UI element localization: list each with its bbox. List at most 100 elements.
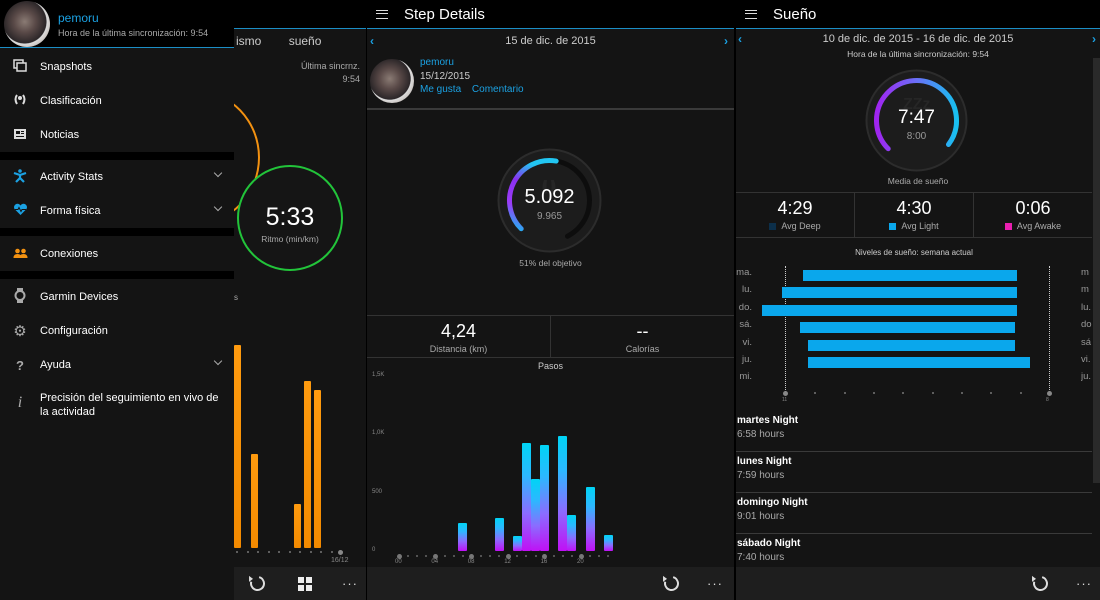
refresh-icon[interactable] <box>1030 573 1051 594</box>
like-link[interactable]: Me gusta <box>420 84 461 95</box>
menu-item-noticias[interactable]: Noticias <box>0 118 234 152</box>
stat-label: Avg Deep <box>781 221 821 231</box>
x-tick-dot <box>338 550 343 555</box>
menu-label: Conexiones <box>40 248 99 260</box>
more-button[interactable]: ··· <box>1076 574 1092 594</box>
stat-avg-light[interactable]: 4:30 Avg Light <box>855 193 974 237</box>
sleep-bar[interactable] <box>782 287 1017 299</box>
date-range-navigator: ‹ 10 de dic. de 2015 - 16 de dic. de 201… <box>736 29 1100 49</box>
steps-bar[interactable] <box>521 442 531 551</box>
night-name: martes Night <box>737 415 799 426</box>
x-tick-dot <box>814 392 817 394</box>
menu-item-activity-stats[interactable]: Activity Stats <box>0 160 234 194</box>
chevron-down-icon[interactable] <box>213 356 223 366</box>
x-tick-dot <box>542 553 548 559</box>
steps-bar[interactable] <box>567 515 577 551</box>
x-tick-dot <box>843 392 846 394</box>
chevron-down-icon[interactable] <box>213 202 223 212</box>
steps-bar[interactable] <box>585 487 595 551</box>
legend-swatch-awake <box>1004 223 1012 231</box>
orange-bar <box>314 390 321 548</box>
sleep-bar[interactable] <box>808 357 1030 368</box>
stat-distance[interactable]: 4,24 Distancia (km) <box>367 316 551 358</box>
stat-avg-deep[interactable]: 4:29 Avg Deep <box>736 193 855 237</box>
x-tick-dot <box>452 555 455 557</box>
night-hours: 7:40 hours <box>737 552 785 563</box>
sleep-bar[interactable] <box>802 270 1017 281</box>
list-item[interactable]: domingo Night 9:01 hours <box>736 494 1092 534</box>
steps-bar[interactable] <box>458 523 468 551</box>
steps-bar[interactable] <box>540 444 550 551</box>
steps-bar[interactable] <box>558 435 568 551</box>
steps-bar[interactable] <box>603 535 613 551</box>
x-tick-dot <box>320 551 322 553</box>
sleep-gauge[interactable]: ZZz 7:47 8:00 <box>865 69 968 172</box>
sleep-bar[interactable] <box>761 304 1017 316</box>
sleep-bar[interactable] <box>808 339 1016 351</box>
page-title: Step Details <box>404 5 485 23</box>
menu-item-clasificacion[interactable]: Clasificación <box>0 84 234 118</box>
steps-bar[interactable] <box>512 535 522 551</box>
x-tick-dot <box>589 555 592 557</box>
background-sync-info: Última sincrnz. 9:54 <box>301 60 360 86</box>
avatar[interactable] <box>4 1 50 47</box>
more-button[interactable]: ··· <box>342 574 358 594</box>
steps-bar[interactable] <box>531 479 540 551</box>
tab-fragment[interactable]: ismo <box>236 34 261 48</box>
x-tick-label: 20 <box>577 559 584 565</box>
more-button[interactable]: ··· <box>707 574 723 594</box>
avatar[interactable] <box>370 59 414 103</box>
day-label: do. <box>738 301 752 313</box>
sleep-bar[interactable] <box>799 322 1016 334</box>
user-name[interactable]: pemoru <box>58 11 99 25</box>
sleep-chart-title: Niveles de sueño: semana actual <box>855 248 973 257</box>
stat-avg-awake[interactable]: 0:06 Avg Awake <box>974 193 1092 237</box>
day-label: lu. <box>741 284 752 296</box>
menu-separator <box>0 152 234 160</box>
list-item[interactable]: martes Night 6:58 hours <box>736 412 1092 452</box>
post-user-name[interactable]: pemoru <box>420 57 454 68</box>
comment-link[interactable]: Comentario <box>472 84 524 95</box>
stat-value: 4,24 <box>440 321 477 341</box>
menu-item-snapshots[interactable]: Snapshots <box>0 50 234 84</box>
watch-icon <box>0 288 40 306</box>
refresh-icon[interactable] <box>247 573 268 594</box>
post-date: 15/12/2015 <box>420 71 471 82</box>
chevron-left-icon[interactable]: ‹ <box>370 29 374 54</box>
stats-row: 4,24 Distancia (km) -- Calorías <box>367 316 734 358</box>
stat-calories[interactable]: -- Calorías <box>551 316 734 358</box>
menu-label: Garmin Devices <box>40 291 119 303</box>
chevron-right-icon[interactable]: › <box>724 29 728 54</box>
pace-ring[interactable]: 5:33 Ritmo (min/km) <box>237 165 343 271</box>
x-tick-dot <box>598 555 601 557</box>
menu-item-forma-fisica[interactable]: Forma física <box>0 194 234 228</box>
menu-item-garmin-devices[interactable]: Garmin Devices <box>0 280 234 314</box>
menu-item-configuracion[interactable]: ⚙ Configuración <box>0 314 234 348</box>
help-icon: ? <box>16 357 24 373</box>
stat-label: Avg Awake <box>1016 221 1062 231</box>
hamburger-menu-icon[interactable] <box>376 9 388 19</box>
stat-value: 0:06 <box>1015 198 1051 218</box>
grid-icon[interactable] <box>298 577 312 591</box>
refresh-icon[interactable] <box>661 573 682 594</box>
date-range: 10 de dic. de 2015 - 16 de dic. de 2015 <box>822 33 1014 45</box>
chevron-right-icon[interactable]: › <box>1092 29 1096 49</box>
steps-bar[interactable] <box>494 517 504 551</box>
hamburger-menu-icon[interactable] <box>745 9 757 19</box>
chevron-down-icon[interactable] <box>213 168 223 178</box>
steps-gauge[interactable]: 5.092 9.965 <box>497 148 602 253</box>
orange-bar <box>234 345 241 548</box>
menu-item-ayuda[interactable]: ? Ayuda <box>0 348 234 382</box>
menu-item-conexiones[interactable]: Conexiones <box>0 237 234 271</box>
day-label-right: m <box>1081 284 1089 296</box>
stat-label-wrap: Avg Deep <box>736 221 854 231</box>
list-item[interactable]: lunes Night 7:59 hours <box>736 453 1092 493</box>
x-tick-dot <box>607 555 610 557</box>
menu-item-precision[interactable]: i Precisión del seguimiento en vivo de l… <box>0 386 234 426</box>
drawer-header[interactable]: pemoru Hora de la última sincronización:… <box>0 0 234 48</box>
post-actions: Me gusta Comentario <box>420 84 532 95</box>
tab-sleep[interactable]: sueño <box>289 34 322 48</box>
x-tick-label: 08 <box>467 559 475 565</box>
chevron-left-icon[interactable]: ‹ <box>738 29 742 49</box>
scrollbar-track[interactable] <box>1093 58 1100 483</box>
